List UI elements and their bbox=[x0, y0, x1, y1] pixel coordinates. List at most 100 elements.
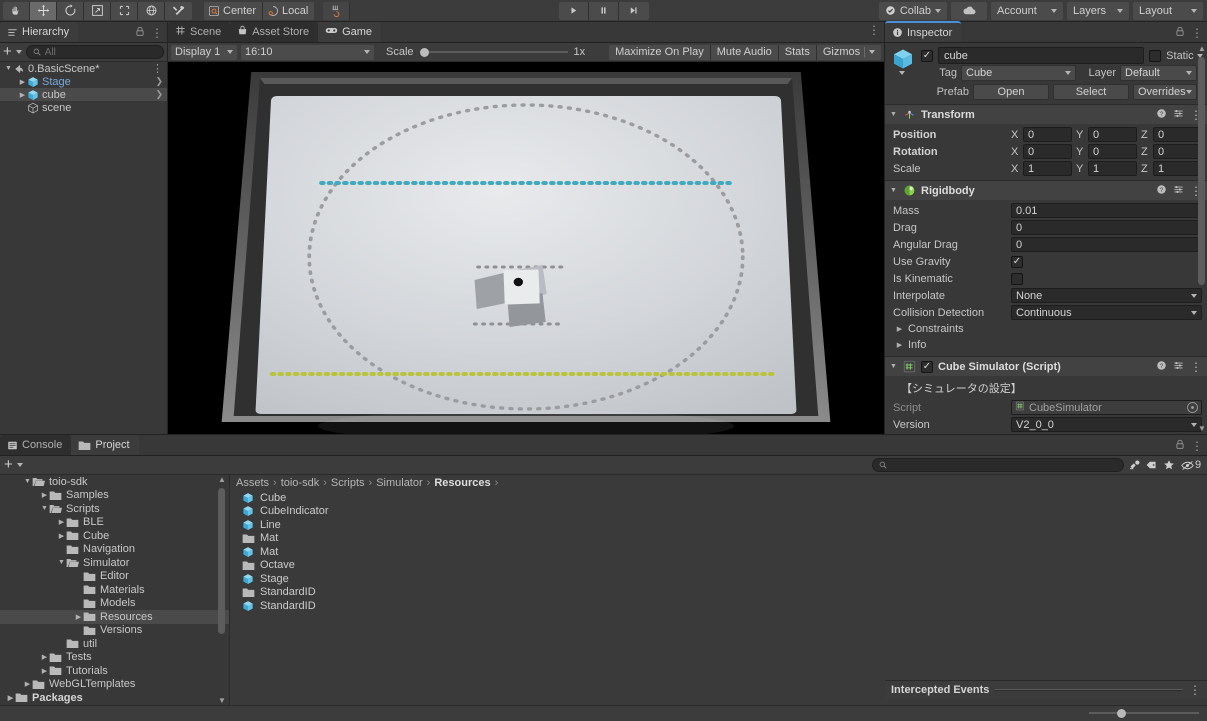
hierarchy-item-0-basicscene-[interactable]: ▼0.BasicScene*⋮ bbox=[0, 62, 167, 75]
component-header[interactable]: ▼Rigidbody?⋮ bbox=[885, 181, 1207, 200]
asset-item-line[interactable]: Line bbox=[230, 518, 1207, 532]
folder-item-models[interactable]: Models bbox=[0, 597, 229, 611]
help-icon[interactable]: ? bbox=[1156, 360, 1167, 374]
asset-item-mat[interactable]: Mat bbox=[230, 545, 1207, 559]
scale-z-input[interactable]: 1 bbox=[1153, 161, 1202, 176]
chevron-down-icon[interactable] bbox=[17, 463, 23, 467]
hierarchy-search-input[interactable]: All bbox=[26, 45, 164, 59]
rotation-x-input[interactable]: 0 bbox=[1023, 144, 1072, 159]
component-enabled-checkbox[interactable] bbox=[921, 361, 933, 373]
folder-item-ble[interactable]: ▶BLE bbox=[0, 516, 229, 530]
folder-item-util[interactable]: util bbox=[0, 637, 229, 651]
aspect-dropdown[interactable]: 16:10 bbox=[241, 45, 374, 60]
layers-button[interactable]: Layers bbox=[1067, 2, 1129, 20]
tab-game[interactable]: Game bbox=[318, 22, 381, 42]
asset-item-cubeindicator[interactable]: CubeIndicator bbox=[230, 505, 1207, 519]
create-button[interactable]: + bbox=[3, 46, 12, 58]
folder-item-samples[interactable]: ▶Samples bbox=[0, 489, 229, 503]
tab-asset-store[interactable]: Asset Store bbox=[230, 22, 318, 42]
angular-drag-input[interactable]: 0 bbox=[1011, 237, 1202, 252]
is-kinematic-checkbox[interactable] bbox=[1011, 273, 1023, 285]
collapse-arrow-icon[interactable]: ▼ bbox=[889, 187, 898, 194]
collapse-arrow-icon[interactable]: ▼ bbox=[23, 478, 32, 485]
prefab-select-button[interactable]: Select bbox=[1053, 84, 1129, 100]
breadcrumb-item[interactable]: Resources bbox=[434, 477, 490, 489]
open-prefab-chevron-icon[interactable]: ❯ bbox=[155, 89, 163, 100]
help-icon[interactable]: ? bbox=[1156, 108, 1167, 122]
snap-increment-button[interactable] bbox=[323, 2, 350, 20]
static-checkbox[interactable] bbox=[1149, 50, 1161, 62]
tab-console[interactable]: Console bbox=[0, 435, 71, 455]
hierarchy-menu-icon[interactable]: ⋮ bbox=[151, 29, 163, 37]
mute-audio-button[interactable]: Mute Audio bbox=[711, 45, 779, 60]
scale-slider-knob[interactable] bbox=[420, 48, 429, 57]
hierarchy-item-cube[interactable]: ▶cube❯ bbox=[0, 88, 167, 101]
account-button[interactable]: Account bbox=[991, 2, 1063, 20]
chevron-down-icon[interactable] bbox=[16, 50, 22, 54]
asset-item-cube[interactable]: Cube bbox=[230, 491, 1207, 505]
project-tree-scroll-thumb[interactable] bbox=[218, 488, 225, 634]
folder-item-simulator[interactable]: ▼Simulator bbox=[0, 556, 229, 570]
gameobject-enabled-checkbox[interactable] bbox=[921, 50, 933, 62]
folder-item-toio-sdk[interactable]: ▼toio-sdk bbox=[0, 475, 229, 489]
project-search-input[interactable] bbox=[872, 458, 1124, 472]
breadcrumb-item[interactable]: Simulator bbox=[376, 477, 422, 489]
project-tree-scrollbar[interactable]: ▲ ▼ bbox=[217, 476, 226, 704]
pause-button[interactable] bbox=[589, 2, 619, 20]
expand-arrow-icon[interactable]: ▶ bbox=[18, 91, 27, 99]
collapse-arrow-icon[interactable]: ▼ bbox=[40, 505, 49, 512]
maximize-on-play-button[interactable]: Maximize On Play bbox=[609, 45, 711, 60]
interpolate-dropdown[interactable]: None bbox=[1011, 288, 1202, 303]
tab-inspector[interactable]: Inspector bbox=[885, 21, 961, 42]
preset-icon[interactable] bbox=[1173, 108, 1184, 122]
scale-y-input[interactable]: 1 bbox=[1088, 161, 1137, 176]
scroll-up-arrow-icon[interactable]: ▲ bbox=[1198, 44, 1206, 53]
breadcrumb-item[interactable]: toio-sdk bbox=[281, 477, 320, 489]
project-menu-icon[interactable]: ⋮ bbox=[1191, 442, 1203, 450]
rotation-z-input[interactable]: 0 bbox=[1153, 144, 1202, 159]
drag-input[interactable]: 0 bbox=[1011, 220, 1202, 235]
expand-arrow-icon[interactable]: ▶ bbox=[57, 532, 66, 540]
handle-rotation-button[interactable]: Local bbox=[263, 2, 314, 20]
intercepted-events-menu-icon[interactable]: ⋮ bbox=[1189, 686, 1201, 694]
script-object-field[interactable]: CubeSimulator bbox=[1011, 400, 1202, 415]
thumbnail-zoom-slider[interactable] bbox=[1089, 712, 1199, 714]
rotation-y-input[interactable]: 0 bbox=[1088, 144, 1137, 159]
tab-project[interactable]: Project bbox=[71, 435, 138, 455]
search-by-type-icon[interactable] bbox=[1128, 459, 1141, 472]
hidden-packages-indicator[interactable]: 9 bbox=[1179, 459, 1203, 472]
expand-arrow-icon[interactable]: ▶ bbox=[895, 341, 904, 349]
gizmos-button[interactable]: Gizmos | bbox=[817, 45, 881, 60]
open-prefab-chevron-icon[interactable]: ❯ bbox=[155, 76, 163, 87]
component-header[interactable]: ▼Cube Simulator (Script)?⋮ bbox=[885, 357, 1207, 376]
scale-x-input[interactable]: 1 bbox=[1023, 161, 1072, 176]
lock-icon[interactable] bbox=[1175, 439, 1185, 453]
project-folder-tree[interactable]: ▼toio-sdk▶Samples▼Scripts▶BLE▶CubeNaviga… bbox=[0, 475, 230, 705]
position-z-input[interactable]: 0 bbox=[1153, 127, 1202, 142]
folder-item-scripts[interactable]: ▼Scripts bbox=[0, 502, 229, 516]
inspector-menu-icon[interactable]: ⋮ bbox=[1191, 29, 1203, 37]
hand-tool-button[interactable] bbox=[3, 2, 30, 20]
folder-item-tutorials[interactable]: ▶Tutorials bbox=[0, 664, 229, 678]
position-y-input[interactable]: 0 bbox=[1088, 127, 1137, 142]
mass-input[interactable]: 0.01 bbox=[1011, 203, 1202, 218]
search-by-label-icon[interactable] bbox=[1145, 459, 1158, 472]
expand-arrow-icon[interactable]: ▶ bbox=[6, 694, 15, 702]
collapse-arrow-icon[interactable]: ▼ bbox=[889, 111, 898, 118]
breadcrumb-item[interactable]: Scripts bbox=[331, 477, 365, 489]
inspector-scrollbar[interactable]: ▲ ▼ bbox=[1197, 45, 1206, 432]
layout-button[interactable]: Layout bbox=[1133, 2, 1203, 20]
scale-tool-button[interactable] bbox=[84, 2, 111, 20]
use-gravity-checkbox[interactable] bbox=[1011, 256, 1023, 268]
lock-icon[interactable] bbox=[135, 26, 145, 40]
collision-detection-dropdown[interactable]: Continuous bbox=[1011, 305, 1202, 320]
step-button[interactable] bbox=[619, 2, 649, 20]
game-render-canvas[interactable] bbox=[168, 62, 884, 434]
asset-item-stage[interactable]: Stage bbox=[230, 572, 1207, 586]
expand-arrow-icon[interactable]: ▶ bbox=[40, 653, 49, 661]
foldout-info[interactable]: ▶Info bbox=[893, 337, 1202, 353]
display-dropdown[interactable]: Display 1 bbox=[171, 45, 237, 60]
project-asset-list[interactable]: Assets›toio-sdk›Scripts›Simulator›Resour… bbox=[230, 475, 1207, 705]
hierarchy-tree[interactable]: ▼0.BasicScene*⋮▶Stage❯▶cube❯scene bbox=[0, 62, 167, 434]
breadcrumb-item[interactable]: Assets bbox=[236, 477, 269, 489]
